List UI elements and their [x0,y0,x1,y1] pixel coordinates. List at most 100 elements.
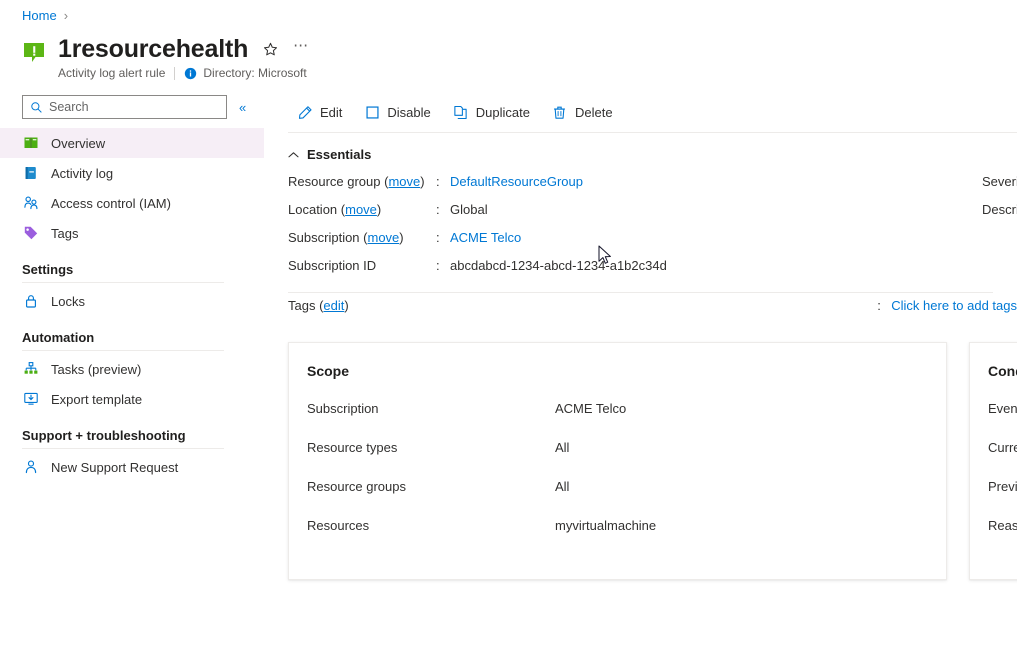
subscription-id-value: abcdabcd-1234-abcd-1234-a1b2c34d [450,258,667,273]
star-outline-icon[interactable] [261,40,279,58]
card-row: Previo [988,479,1017,518]
colon: : [436,202,450,217]
card-title: Scope [307,363,926,379]
overview-book-icon [22,135,39,152]
breadcrumb-home-link[interactable]: Home [22,8,57,23]
move-link[interactable]: move [368,230,400,245]
essentials-label: Subscription (move) [288,230,436,245]
sidebar-item-access-control[interactable]: Access control (IAM) [0,188,264,218]
tasks-hierarchy-icon [22,361,39,378]
access-control-people-icon [22,195,39,212]
card-value: All [555,440,569,455]
sidebar-item-export-template[interactable]: Export template [0,384,264,414]
breadcrumb: Home › [22,8,68,23]
divider [22,282,224,283]
essentials-row-severity: Severity [982,174,1017,202]
sidebar-primary-items: Overview Activity log [0,128,264,248]
square-outline-icon [364,104,380,120]
card-row: Resource types All [307,440,926,479]
breadcrumb-chevron-icon: › [64,8,68,23]
add-tags-link[interactable]: Click here to add tags [891,298,1017,313]
card-key: Curre [988,440,1017,455]
search-input[interactable] [49,100,209,114]
sidebar-item-overview[interactable]: Overview [0,128,264,158]
copy-icon [453,104,469,120]
resource-type-label: Activity log alert rule [58,66,165,80]
essentials-label: Resource group (move) [288,174,436,189]
search-box[interactable] [22,95,227,119]
move-link[interactable]: move [388,174,420,189]
resource-title-block: 1resourcehealth ⋯ Activity log alert rul… [22,34,310,80]
sidebar-item-tags[interactable]: Tags [0,218,264,248]
sidebar-item-label: Tags [51,226,78,241]
sidebar-group-support: Support + troubleshooting [0,428,264,449]
sidebar-item-label: New Support Request [51,460,178,475]
card-key: Subscription [307,401,555,416]
edit-tags-link[interactable]: edit [323,298,344,313]
support-person-icon [22,459,39,476]
sidebar-item-label: Tasks (preview) [51,362,141,377]
essentials-right-column: Severity Descriptio [982,174,1017,230]
duplicate-button[interactable]: Duplicate [444,97,539,127]
card-key: Event [988,401,1017,416]
move-link[interactable]: move [345,202,377,217]
description-label: Descriptio [982,202,1017,217]
directory-label: Directory: Microsoft [203,66,306,80]
tags-label: Tags (edit) [288,298,436,313]
essentials-label: Subscription ID [288,258,436,273]
essentials-toggle[interactable]: Essentials [288,147,371,162]
card-key: Resources [307,518,555,533]
divider [288,292,993,293]
sidebar-search-row: « [0,92,264,122]
sidebar-item-label: Export template [51,392,142,407]
edit-button[interactable]: Edit [288,97,351,127]
resource-group-link[interactable]: DefaultResourceGroup [450,174,583,189]
colon: : [436,230,450,245]
resource-subtitle: Activity log alert rule Directory: Micro… [58,66,310,80]
delete-button[interactable]: Delete [543,97,622,127]
card-title: Cond [988,363,1017,379]
divider [22,350,224,351]
export-template-icon [22,391,39,408]
card-row: Subscription ACME Telco [307,401,926,440]
tag-icon [22,225,39,242]
card-key: Reaso [988,518,1017,533]
essentials-label: Location (move) [288,202,436,217]
sidebar-item-activity-log[interactable]: Activity log [0,158,264,188]
label-text: Location [288,202,337,217]
essentials-row-subscription: Subscription (move) : ACME Telco [288,230,1017,258]
sidebar-item-new-support-request[interactable]: New Support Request [0,452,264,482]
command-toolbar: Edit Disable Duplicate [264,92,1017,132]
sidebar-group-automation: Automation [0,330,264,351]
lock-icon [22,293,39,310]
essentials-section: Essentials Resource group (move) : Defau… [264,133,1017,328]
location-value: Global [450,202,488,217]
card-key: Resource groups [307,479,555,494]
activity-log-icon [22,165,39,182]
essentials-grid: Resource group (move) : DefaultResourceG… [288,174,1017,286]
button-label: Delete [575,105,613,120]
divider [22,448,224,449]
sidebar: « Overview [0,92,264,650]
card-row: Reaso [988,518,1017,557]
label-text: Tags [288,298,315,313]
colon: : [436,174,450,189]
button-label: Edit [320,105,342,120]
pencil-icon [297,104,313,120]
card-row: Event [988,401,1017,440]
ellipsis-icon[interactable]: ⋯ [292,40,310,58]
sidebar-item-locks[interactable]: Locks [0,286,264,316]
subtitle-divider [174,67,175,80]
sidebar-item-tasks[interactable]: Tasks (preview) [0,354,264,384]
colon: : [436,258,450,273]
subscription-link[interactable]: ACME Telco [450,230,521,245]
collapse-sidebar-button[interactable]: « [239,101,246,114]
trash-icon [552,104,568,120]
card-row: Resource groups All [307,479,926,518]
disable-button[interactable]: Disable [355,97,439,127]
essentials-title: Essentials [307,147,371,162]
card-value: All [555,479,569,494]
sidebar-group-settings: Settings [0,262,264,283]
blade-content: Edit Disable Duplicate [264,92,1017,650]
label-text: Resource group [288,174,381,189]
